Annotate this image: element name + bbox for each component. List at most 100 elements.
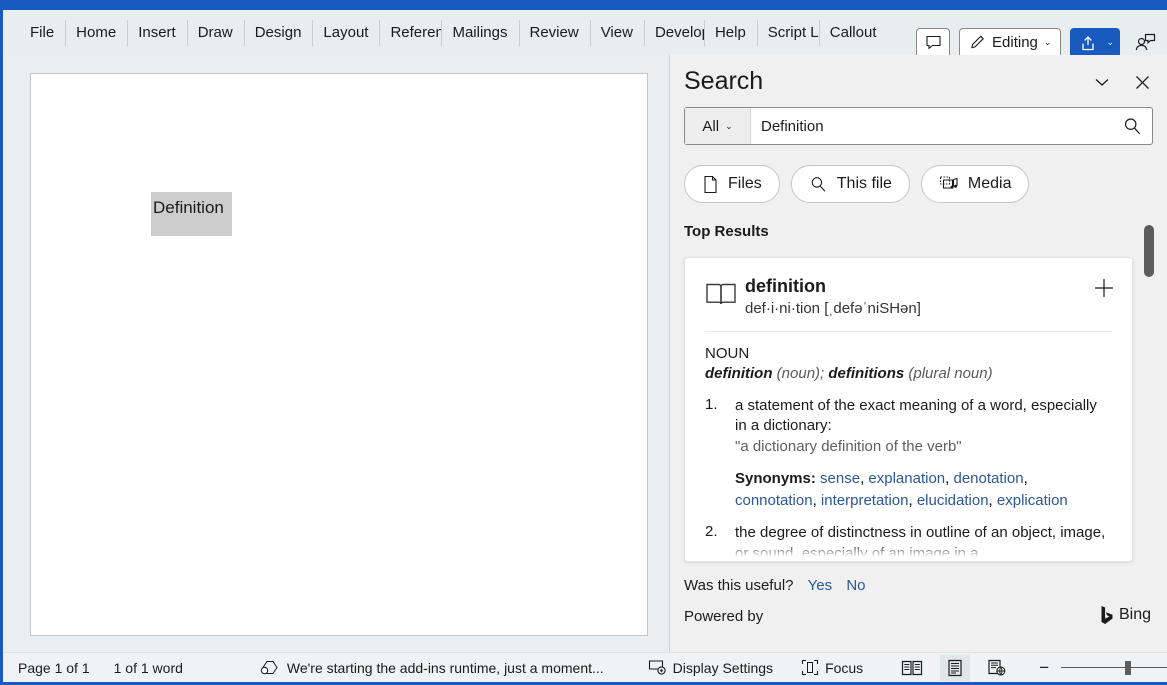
headword: definition (745, 276, 826, 296)
open-book-icon (705, 276, 745, 317)
synonyms-label: Synonyms: (735, 469, 816, 487)
word-form-plural-tag: (plural noun) (904, 365, 993, 382)
media-icon (939, 175, 959, 194)
feedback-no-link[interactable]: No (846, 577, 865, 594)
status-page-number[interactable]: Page 1 of 1 (11, 655, 97, 681)
powered-by-label: Powered by (684, 608, 764, 625)
status-word-count[interactable]: 1 of 1 word (107, 655, 190, 681)
filter-chip-this-file[interactable]: This file (790, 165, 910, 203)
share-icon (1080, 34, 1099, 52)
search-pane: Search All ⌄ Definition Files This file … (670, 55, 1167, 655)
dictionary-card-header: definition def·i·ni·tion [ˌdefəˈniSHən] (685, 258, 1132, 317)
close-icon (1133, 73, 1152, 92)
tab-file[interactable]: File (19, 18, 65, 48)
status-print-layout-button[interactable] (940, 654, 971, 681)
synonym-link[interactable]: explication (997, 492, 1068, 509)
feedback-yes-link[interactable]: Yes (808, 577, 832, 594)
focus-icon (801, 659, 819, 676)
selected-text[interactable]: Definition (151, 192, 232, 236)
focus-label: Focus (825, 659, 864, 676)
zoom-control: − + 100% (1036, 658, 1167, 678)
ribbon-tabs: File Home Insert Draw Design Layout Refe… (19, 10, 881, 55)
tab-script-lab[interactable]: Script Lab (756, 18, 819, 48)
status-read-mode-button[interactable] (894, 655, 930, 681)
sense-example: "a dictionary definition of the verb" (735, 437, 962, 455)
selected-text-label: Definition (153, 198, 224, 217)
read-mode-icon (901, 659, 923, 677)
search-scope-dropdown[interactable]: All ⌄ (685, 108, 751, 144)
search-input[interactable] (751, 108, 1112, 144)
tab-review[interactable]: Review (518, 18, 590, 48)
chevron-down-icon: ⌄ (725, 120, 733, 131)
tab-layout[interactable]: Layout (312, 18, 379, 48)
divider (705, 331, 1112, 332)
synonym-link[interactable]: sense (820, 470, 860, 487)
addin-spinner-icon (259, 659, 281, 677)
search-bar: All ⌄ (684, 107, 1153, 145)
comment-icon (925, 34, 942, 51)
magnifier-icon (809, 175, 828, 194)
part-of-speech: NOUN (705, 345, 750, 362)
display-settings-label: Display Settings (672, 659, 774, 676)
filter-chip-label: This file (836, 175, 892, 192)
zoom-slider-handle[interactable] (1124, 660, 1131, 675)
status-web-layout-button[interactable] (980, 655, 1014, 681)
sense-body: the degree of distinctness in outline of… (735, 523, 1132, 561)
share-chevron-down-icon: ⌄ (1106, 37, 1114, 47)
chevron-down-icon: ⌄ (1043, 37, 1052, 47)
share-button[interactable]: ⌄ (1070, 27, 1120, 58)
tab-design[interactable]: Design (243, 18, 313, 48)
ribbon-tab-bar: File Home Insert Draw Design Layout Refe… (3, 10, 1167, 58)
search-submit-button[interactable] (1112, 108, 1152, 144)
filter-chip-media[interactable]: Media (920, 165, 1030, 203)
tab-insert[interactable]: Insert (127, 18, 187, 48)
pane-header-buttons (1089, 69, 1155, 95)
dictionary-result-card[interactable]: definition def·i·ni·tion [ˌdefəˈniSHən] … (684, 257, 1133, 562)
search-filter-chips: Files This file Media (684, 165, 1167, 203)
tab-developer[interactable]: Developer (643, 18, 704, 48)
tab-mailings[interactable]: Mailings (441, 18, 518, 48)
close-pane-button[interactable] (1129, 69, 1155, 95)
comments-button[interactable] (916, 27, 951, 58)
collapse-pane-button[interactable] (1089, 69, 1115, 95)
sense-list: 1. a statement of the exact meaning of a… (705, 396, 1132, 561)
tab-callout-and-highlight[interactable]: Callout and Highlight (818, 18, 881, 48)
pronunciation: def·i·ni·tion [ˌdefəˈniSHən] (745, 300, 921, 317)
status-display-settings-button[interactable]: Display Settings (641, 655, 780, 681)
share-with-people-button[interactable] (1129, 28, 1161, 58)
synonym-link[interactable]: interpretation (821, 492, 909, 509)
tab-references[interactable]: References (379, 18, 441, 48)
zoom-out-button[interactable]: − (1036, 658, 1052, 678)
status-addin-message: We're starting the add-ins runtime, just… (252, 655, 611, 681)
feedback-row: Was this useful? Yes No (684, 577, 866, 594)
sense-definition: a statement of the exact meaning of a wo… (735, 397, 1097, 435)
tab-home[interactable]: Home (65, 18, 127, 48)
tab-view[interactable]: View (589, 18, 644, 48)
synonym-link[interactable]: elucidation (917, 492, 989, 509)
filter-chip-label: Files (728, 175, 762, 192)
display-settings-icon (648, 659, 667, 676)
editing-label: Editing (992, 34, 1038, 51)
synonym-link[interactable]: explanation (868, 470, 945, 487)
chevron-down-icon (1092, 72, 1112, 92)
filter-chip-files[interactable]: Files (684, 165, 780, 203)
status-focus-button[interactable]: Focus (794, 655, 870, 681)
search-pane-header: Search (670, 55, 1167, 107)
document-page[interactable]: Definition (30, 73, 648, 636)
synonym-link[interactable]: connotation (735, 492, 813, 509)
status-bar: Page 1 of 1 1 of 1 word We're starting t… (3, 652, 1167, 682)
bing-glyph-icon (1100, 605, 1114, 625)
synonym-link[interactable]: denotation (953, 470, 1023, 487)
pane-scrollbar-thumb[interactable] (1144, 225, 1154, 277)
title-bar (3, 0, 1167, 10)
addin-message-label: We're starting the add-ins runtime, just… (286, 659, 604, 676)
word-window: File Home Insert Draw Design Layout Refe… (0, 0, 1167, 685)
word-form-singular: definition (705, 365, 773, 382)
word-form-singular-tag: (noun); (772, 365, 829, 382)
editing-mode-button[interactable]: Editing ⌄ (959, 27, 1062, 58)
add-to-document-button[interactable] (1092, 276, 1118, 317)
tab-help[interactable]: Help (703, 18, 757, 48)
document-canvas[interactable]: Definition (3, 55, 667, 655)
tab-draw[interactable]: Draw (186, 18, 244, 48)
zoom-slider[interactable] (1061, 660, 1167, 675)
